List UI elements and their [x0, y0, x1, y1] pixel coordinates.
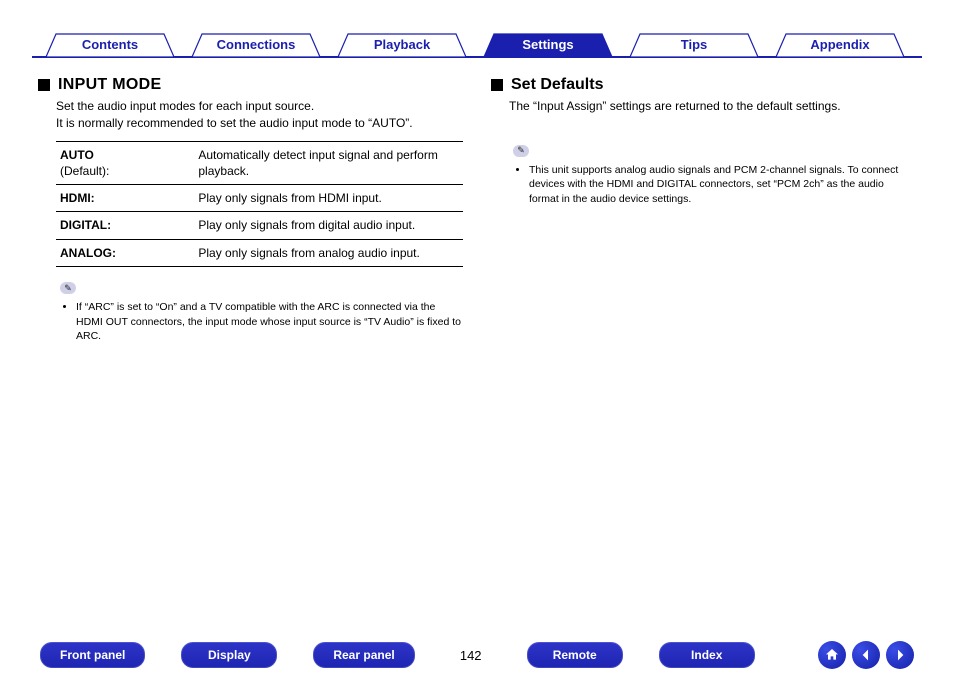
mode-key: HDMI:	[60, 191, 95, 205]
top-tabs: Contents Connections Playback Settings T…	[32, 18, 922, 58]
nav-icon-group	[818, 641, 914, 669]
mode-val: Automatically detect input signal and pe…	[194, 141, 463, 184]
tab-label: Tips	[681, 37, 708, 52]
col-input-mode: Input Mode Set the audio input modes for…	[38, 68, 463, 346]
input-mode-desc: Set the audio input modes for each input…	[56, 98, 463, 133]
tab-label: Connections	[217, 37, 296, 52]
set-defaults-desc: The “Input Assign” settings are returned…	[509, 98, 916, 115]
prev-icon[interactable]	[852, 641, 880, 669]
table-row: ANALOG: Play only signals from analog au…	[56, 239, 463, 266]
page-content: Input Mode Set the audio input modes for…	[0, 58, 954, 346]
note-icon: ✎	[513, 145, 529, 157]
table-row: AUTO (Default): Automatically detect inp…	[56, 141, 463, 184]
table-row: HDMI: Play only signals from HDMI input.	[56, 185, 463, 212]
mode-val: Play only signals from HDMI input.	[194, 185, 463, 212]
table-row: DIGITAL: Play only signals from digital …	[56, 212, 463, 239]
tab-connections[interactable]: Connections	[178, 33, 334, 57]
mode-key: DIGITAL:	[60, 218, 111, 232]
note-left: ✎ If “ARC” is set to “On” and a TV compa…	[60, 281, 463, 344]
tab-appendix[interactable]: Appendix	[762, 33, 918, 57]
mode-key: AUTO	[60, 148, 94, 162]
mode-key-suffix: (Default):	[60, 164, 109, 178]
nav-remote[interactable]: Remote	[527, 642, 623, 668]
nav-index[interactable]: Index	[659, 642, 755, 668]
tab-playback[interactable]: Playback	[324, 33, 480, 57]
note-right: ✎ This unit supports analog audio signal…	[513, 143, 916, 206]
input-mode-table: AUTO (Default): Automatically detect inp…	[56, 141, 463, 267]
nav-display[interactable]: Display	[181, 642, 277, 668]
col-set-defaults: Set Defaults The “Input Assign” settings…	[491, 68, 916, 346]
mode-val: Play only signals from analog audio inpu…	[194, 239, 463, 266]
tab-tips[interactable]: Tips	[616, 33, 772, 57]
next-icon[interactable]	[886, 641, 914, 669]
tab-label: Settings	[522, 37, 573, 52]
tab-label: Appendix	[810, 37, 869, 52]
nav-rear-panel[interactable]: Rear panel	[313, 642, 414, 668]
page-number: 142	[451, 648, 491, 663]
section-title-input-mode: Input Mode	[38, 76, 463, 94]
note-icon: ✎	[60, 282, 76, 294]
title-text: Input Mode	[58, 76, 161, 94]
tab-settings[interactable]: Settings	[470, 33, 626, 57]
title-text: Set Defaults	[511, 76, 603, 94]
nav-front-panel[interactable]: Front panel	[40, 642, 145, 668]
square-bullet-icon	[491, 79, 503, 91]
home-icon[interactable]	[818, 641, 846, 669]
square-bullet-icon	[38, 79, 50, 91]
mode-val: Play only signals from digital audio inp…	[194, 212, 463, 239]
tab-label: Contents	[82, 37, 138, 52]
tab-label: Playback	[374, 37, 430, 52]
tab-contents[interactable]: Contents	[32, 33, 188, 57]
mode-key: ANALOG:	[60, 246, 116, 260]
note-text: This unit supports analog audio signals …	[529, 163, 916, 207]
note-text: If “ARC” is set to “On” and a TV compati…	[76, 300, 463, 344]
bottom-nav: Front panel Display Rear panel 142 Remot…	[0, 641, 954, 669]
section-title-set-defaults: Set Defaults	[491, 76, 916, 94]
